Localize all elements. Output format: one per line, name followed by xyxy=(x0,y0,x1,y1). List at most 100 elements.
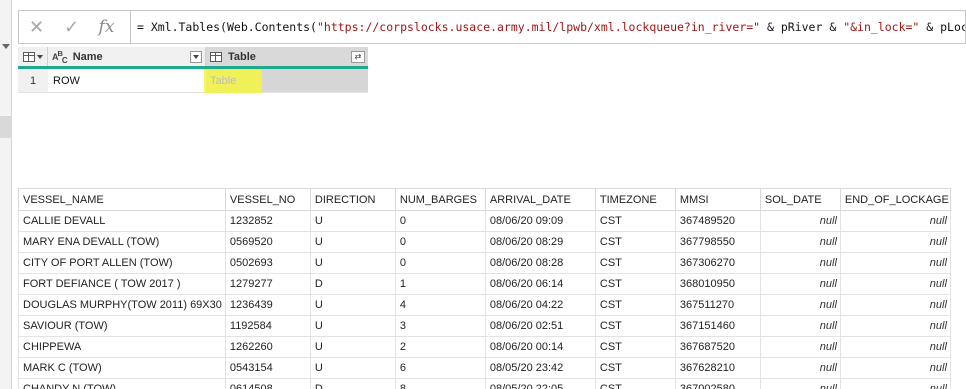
table-menu-button[interactable] xyxy=(18,47,48,66)
table-cell[interactable]: D xyxy=(309,273,396,295)
table-cell[interactable]: 367489520 xyxy=(674,210,761,232)
table-cell[interactable]: D xyxy=(309,378,396,389)
table-cell[interactable]: 0 xyxy=(394,210,486,232)
table-cell[interactable]: 1262260 xyxy=(224,336,311,358)
filter-dropdown-button[interactable] xyxy=(190,50,202,63)
table-cell[interactable]: 0502693 xyxy=(224,252,311,274)
formula-input[interactable]: = Xml.Tables(Web.Contents("https://corps… xyxy=(131,20,965,34)
table-cell[interactable]: U xyxy=(309,210,396,232)
table-cell[interactable]: 08/05/20 23:42 xyxy=(484,357,596,379)
name-cell[interactable]: ROW xyxy=(48,69,206,92)
column-header[interactable]: VESSEL_NAME xyxy=(18,188,226,211)
table-cell[interactable]: 2 xyxy=(394,336,486,358)
table-cell[interactable]: CST xyxy=(594,315,676,337)
table-cell[interactable]: 0543154 xyxy=(224,357,311,379)
table-cell[interactable]: SAVIOUR (TOW) xyxy=(18,315,226,337)
table-cell[interactable]: null xyxy=(839,210,951,232)
table-cell[interactable]: 8 xyxy=(394,378,486,389)
table-cell[interactable]: null xyxy=(839,336,951,358)
table-cell[interactable]: null xyxy=(839,357,951,379)
table-cell[interactable]: U xyxy=(309,231,396,253)
table-row[interactable]: FORT DEFIANCE ( TOW 2017 ) 1279277 D 1 08/06… xyxy=(18,273,951,295)
table-row[interactable]: DOUGLAS MURPHY(TOW 2011) 69X30 1236439 U 4 0… xyxy=(18,294,951,316)
table-cell[interactable]: U xyxy=(309,357,396,379)
table-cell[interactable]: null xyxy=(759,252,841,274)
table-cell[interactable]: null xyxy=(759,378,841,389)
table-cell[interactable]: CST xyxy=(594,357,676,379)
table-cell[interactable]: 367511270 xyxy=(674,294,761,316)
table-cell[interactable]: null xyxy=(759,210,841,232)
table-cell[interactable]: 367687520 xyxy=(674,336,761,358)
table-row[interactable]: MARY ENA DEVALL (TOW) 0569520 U 0 08/06/20 0… xyxy=(18,231,951,253)
table-type-icon[interactable] xyxy=(210,51,222,62)
table-cell[interactable]: null xyxy=(759,231,841,253)
table-cell[interactable]: DOUGLAS MURPHY(TOW 2011) 69X30 xyxy=(18,294,226,316)
table-cell[interactable]: CALLIE DEVALL xyxy=(18,210,226,232)
table-cell[interactable]: 08/06/20 02:51 xyxy=(484,315,596,337)
table-link-cell[interactable]: Table xyxy=(204,69,368,93)
table-cell[interactable]: U xyxy=(309,336,396,358)
column-header[interactable]: NUM_BARGES xyxy=(394,188,486,211)
table-cell[interactable]: null xyxy=(759,273,841,295)
table-cell[interactable]: CHANDY N (TOW) xyxy=(18,378,226,389)
queries-pane-collapsed[interactable] xyxy=(0,0,12,389)
table-cell[interactable]: CST xyxy=(594,252,676,274)
text-type-icon[interactable]: ABC xyxy=(52,49,68,65)
table-row[interactable]: MARK C (TOW) 0543154 U 6 08/05/20 23:42 CST 36… xyxy=(18,357,951,379)
table-cell[interactable]: 0 xyxy=(394,252,486,274)
cancel-button[interactable]: ✕ xyxy=(19,11,54,43)
table-row[interactable]: 1 ROW Table xyxy=(18,69,368,93)
table-row[interactable]: CHIPPEWA 1262260 U 2 08/06/20 00:14 CST 367687… xyxy=(18,336,951,358)
expand-column-button[interactable]: ⇄ xyxy=(351,50,365,63)
table-cell[interactable]: null xyxy=(839,273,951,295)
table-cell[interactable]: 08/06/20 06:14 xyxy=(484,273,596,295)
table-cell[interactable]: CST xyxy=(594,378,676,389)
column-header[interactable]: SOL_DATE xyxy=(759,188,841,211)
table-cell[interactable]: null xyxy=(839,315,951,337)
table-cell[interactable]: 08/05/20 22:05 xyxy=(484,378,596,389)
table-cell[interactable]: CST xyxy=(594,294,676,316)
table-cell[interactable]: null xyxy=(839,294,951,316)
table-cell[interactable]: 367798550 xyxy=(674,231,761,253)
table-cell[interactable]: 0 xyxy=(394,231,486,253)
table-cell[interactable]: MARK C (TOW) xyxy=(18,357,226,379)
table-cell[interactable]: MARY ENA DEVALL (TOW) xyxy=(18,231,226,253)
table-row[interactable]: SAVIOUR (TOW) 1192584 U 3 08/06/20 02:51 CST 3… xyxy=(18,315,951,337)
table-cell[interactable]: null xyxy=(759,357,841,379)
table-cell[interactable]: 08/06/20 04:22 xyxy=(484,294,596,316)
table-cell[interactable]: 367628210 xyxy=(674,357,761,379)
table-row[interactable]: CHANDY N (TOW) 0614508 D 8 08/05/20 22:05 CST… xyxy=(18,378,951,389)
table-cell[interactable]: CST xyxy=(594,336,676,358)
table-cell[interactable]: U xyxy=(309,315,396,337)
table-cell[interactable]: 4 xyxy=(394,294,486,316)
table-cell[interactable]: FORT DEFIANCE ( TOW 2017 ) xyxy=(18,273,226,295)
table-row[interactable]: CITY OF PORT ALLEN (TOW) 0502693 U 0 08/06/2… xyxy=(18,252,951,274)
table-cell[interactable]: 08/06/20 09:09 xyxy=(484,210,596,232)
table-cell[interactable]: null xyxy=(839,231,951,253)
table-link[interactable]: Table xyxy=(210,75,236,87)
column-header-table[interactable]: Table ⇄ xyxy=(206,47,368,66)
column-header[interactable]: MMSI xyxy=(674,188,761,211)
table-cell[interactable]: CST xyxy=(594,210,676,232)
table-cell[interactable]: 08/06/20 08:29 xyxy=(484,231,596,253)
table-cell[interactable]: 1192584 xyxy=(224,315,311,337)
table-row[interactable]: CALLIE DEVALL 1232852 U 0 08/06/20 09:09 CST 3… xyxy=(18,210,951,232)
table-cell[interactable]: U xyxy=(309,252,396,274)
column-header[interactable]: END_OF_LOCKAGE xyxy=(839,188,951,211)
column-header[interactable]: DIRECTION xyxy=(309,188,396,211)
column-header[interactable]: TIMEZONE xyxy=(594,188,676,211)
table-cell[interactable]: null xyxy=(759,315,841,337)
confirm-button[interactable]: ✓ xyxy=(54,11,89,43)
table-cell[interactable]: U xyxy=(309,294,396,316)
table-cell[interactable]: 08/06/20 08:28 xyxy=(484,252,596,274)
table-cell[interactable]: 367151460 xyxy=(674,315,761,337)
table-cell[interactable]: 6 xyxy=(394,357,486,379)
table-cell[interactable]: 3 xyxy=(394,315,486,337)
column-header[interactable]: ARRIVAL_DATE xyxy=(484,188,596,211)
table-cell[interactable]: 08/06/20 00:14 xyxy=(484,336,596,358)
insert-function-button[interactable]: fx xyxy=(89,11,124,43)
column-header-name[interactable]: ABC Name xyxy=(48,47,206,66)
table-cell[interactable]: null xyxy=(839,252,951,274)
table-cell[interactable]: CST xyxy=(594,273,676,295)
table-cell[interactable]: CITY OF PORT ALLEN (TOW) xyxy=(18,252,226,274)
